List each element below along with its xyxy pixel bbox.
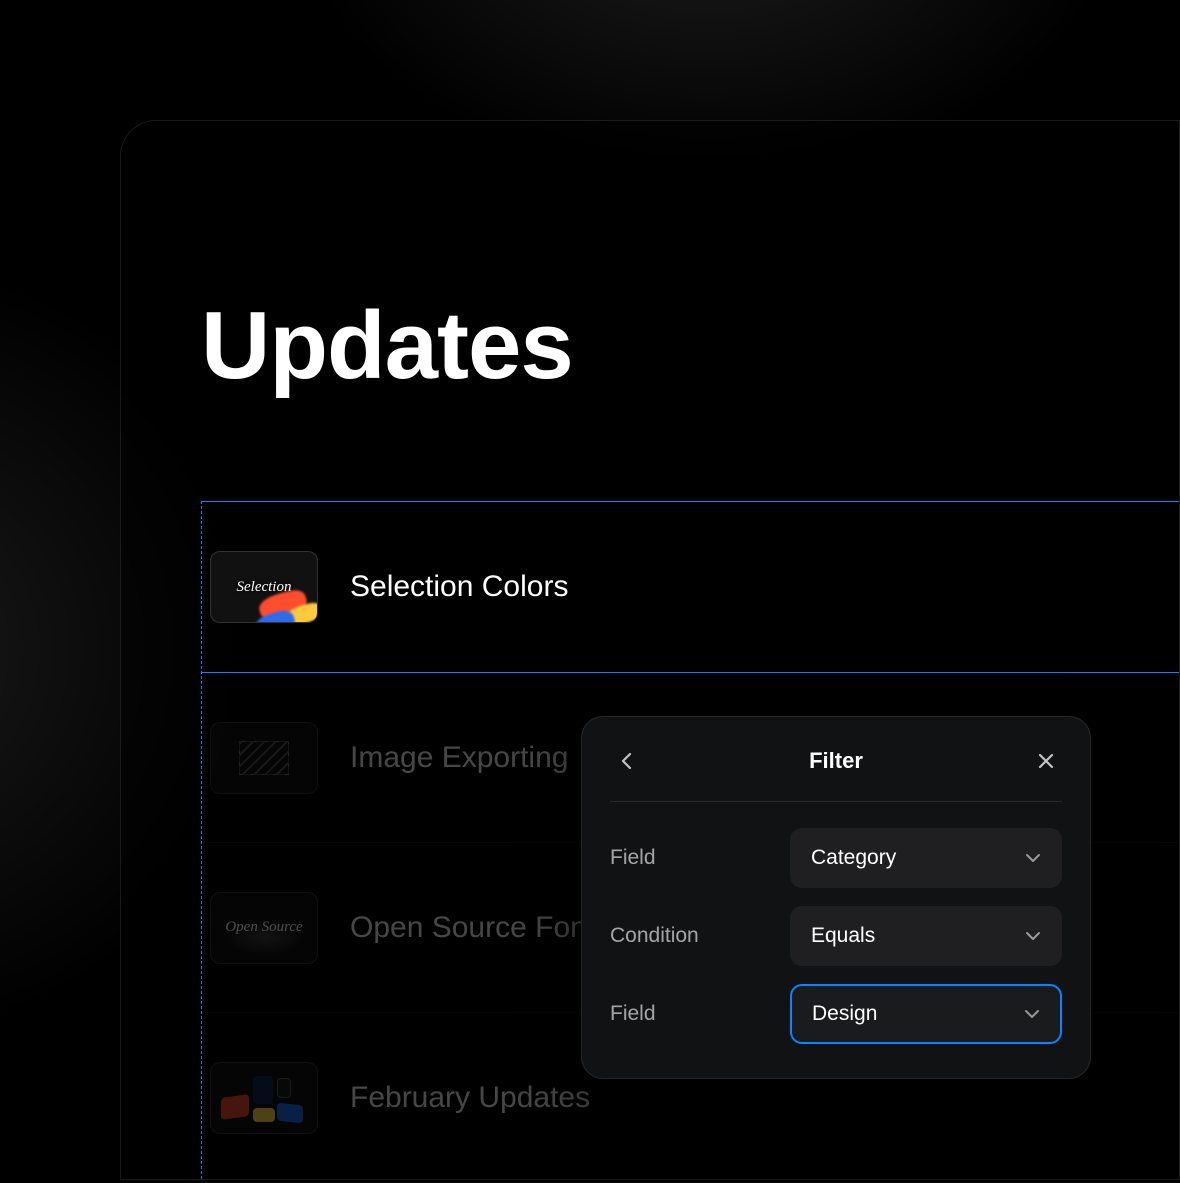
main-panel: Updates Selection Selection Colors Image… bbox=[120, 120, 1180, 1180]
chevron-down-icon bbox=[1025, 853, 1041, 863]
list-item-thumbnail bbox=[210, 1062, 318, 1134]
list-item-title: Selection Colors bbox=[350, 570, 568, 604]
close-button[interactable] bbox=[1030, 745, 1062, 777]
chevron-down-icon bbox=[1024, 1009, 1040, 1019]
list-item[interactable]: Selection Selection Colors bbox=[202, 501, 1179, 673]
condition-select[interactable]: Equals bbox=[790, 906, 1062, 966]
chevron-down-icon bbox=[1025, 931, 1041, 941]
form-label: Condition bbox=[610, 924, 699, 948]
list-item-title: Image Exporting bbox=[350, 741, 568, 775]
filter-popover: Filter Field Category Condition Equals bbox=[581, 716, 1091, 1079]
popover-header: Filter bbox=[610, 745, 1062, 802]
page-title: Updates bbox=[201, 291, 573, 401]
chevron-left-icon bbox=[621, 752, 632, 770]
list-item-thumbnail: Open Source bbox=[210, 892, 318, 964]
list-item-thumbnail bbox=[210, 722, 318, 794]
select-value: Equals bbox=[811, 924, 875, 948]
form-label: Field bbox=[610, 1002, 656, 1026]
thumbnail-caption: Selection bbox=[237, 579, 292, 595]
list-item-title: Open Source Fonts bbox=[350, 911, 610, 945]
select-value: Design bbox=[812, 1002, 877, 1026]
list-item-title: February Updates bbox=[350, 1081, 590, 1115]
list-item-thumbnail: Selection bbox=[210, 551, 318, 623]
filter-row-value: Field Design bbox=[610, 982, 1062, 1046]
close-icon bbox=[1038, 753, 1054, 769]
value-select[interactable]: Design bbox=[790, 984, 1062, 1044]
form-label: Field bbox=[610, 846, 656, 870]
field-select[interactable]: Category bbox=[790, 828, 1062, 888]
select-value: Category bbox=[811, 846, 896, 870]
back-button[interactable] bbox=[610, 745, 642, 777]
filter-row-condition: Condition Equals bbox=[610, 904, 1062, 968]
filter-row-field: Field Category bbox=[610, 826, 1062, 890]
popover-title: Filter bbox=[809, 748, 863, 774]
